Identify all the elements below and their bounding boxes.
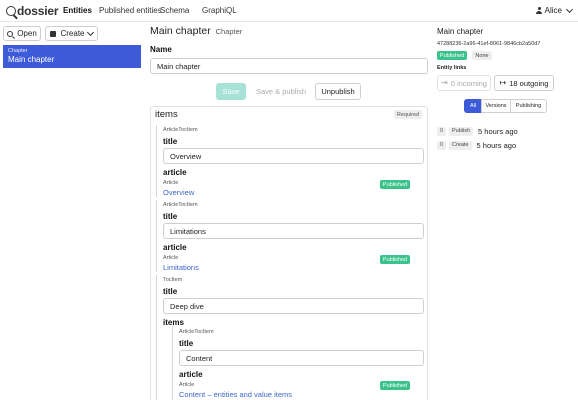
chevron-down-icon	[565, 5, 574, 13]
item-article-label: article	[163, 168, 187, 177]
unpublish-button[interactable]: Unpublish	[315, 83, 361, 100]
save-publish-button[interactable]: Save & publish	[250, 83, 312, 100]
item-title-label: title	[179, 339, 194, 348]
item-article-label: article	[179, 370, 203, 379]
entity-title: Main chapter	[150, 25, 211, 37]
top-navbar: dossier Entities Published entities Sche…	[0, 0, 578, 22]
tab-publishing[interactable]: Publishing	[510, 99, 547, 113]
item-type: TocItem	[163, 277, 183, 283]
item-indent-line	[156, 200, 157, 272]
chevron-down-icon	[86, 28, 94, 36]
open-button[interactable]: Open	[3, 26, 41, 41]
history-row: 0 Create 5 hours ago	[437, 140, 516, 150]
item-title-label: title	[163, 137, 178, 146]
event-time: 5 hours ago	[476, 140, 517, 150]
item-type: ArticleTocItem	[163, 127, 198, 133]
version-number: 0	[437, 140, 446, 150]
user-name: Alice	[544, 6, 562, 15]
item-items-label: items	[163, 318, 184, 327]
article-link[interactable]: Overview	[163, 188, 194, 197]
tab-all[interactable]: All	[464, 99, 482, 113]
item-title-input[interactable]: Content	[179, 350, 424, 366]
item-title-input[interactable]: Limitations	[163, 223, 424, 239]
required-badge: Required	[394, 110, 422, 119]
event-type: Create	[449, 140, 472, 150]
page-title: Main chapter Chapter	[150, 25, 242, 37]
item-title-label: title	[163, 212, 178, 221]
item-title-input[interactable]: Deep dive	[163, 298, 424, 314]
outgoing-arrow-icon: ↦	[499, 78, 507, 87]
entity-links-label: Entity links	[437, 65, 467, 71]
article-type: Article	[163, 255, 179, 261]
subitem-indent-line	[172, 327, 173, 400]
incoming-count: 0 incoming	[450, 78, 487, 88]
article-type: Article	[163, 180, 179, 186]
entity-id: 47288236-2a96-41ef-8061-9846cb2a50d7	[437, 41, 541, 47]
history-row: 0 Publish 5 hours ago	[437, 126, 518, 136]
items-label: items	[155, 109, 178, 120]
tab-versions[interactable]: Versions	[481, 99, 511, 113]
auth-badge: None	[472, 51, 492, 60]
item-type: ArticleTocItem	[163, 202, 198, 208]
info-title: Main chapter	[437, 27, 484, 36]
item-type: ArticleTocItem	[179, 329, 214, 335]
status-badge: Published	[380, 180, 410, 189]
nav-published-entities[interactable]: Published entities	[99, 6, 162, 15]
user-icon	[536, 7, 543, 14]
outgoing-links-button[interactable]: ↦ 18 outgoing	[494, 75, 554, 91]
item-title-label: title	[163, 287, 178, 296]
event-time: 5 hours ago	[478, 126, 518, 136]
item-indent-line	[156, 125, 157, 197]
item-article-label: article	[163, 243, 187, 252]
open-label: Open	[17, 29, 37, 38]
status-badge: Published	[380, 255, 410, 264]
outgoing-count: 18 outgoing	[509, 78, 549, 88]
status-badge: Published	[380, 381, 410, 390]
event-type: Publish	[449, 126, 474, 136]
version-number: 0	[437, 126, 446, 136]
nav-entities[interactable]: Entities	[63, 6, 92, 15]
save-button[interactable]: Save	[216, 83, 246, 100]
article-type: Article	[179, 382, 195, 388]
entity-type: Chapter	[8, 48, 28, 54]
create-button[interactable]: Create	[45, 26, 98, 41]
entity-name: Main chapter	[8, 55, 55, 64]
brand-name: dossier	[17, 4, 59, 18]
brand-logo[interactable]: dossier	[6, 4, 58, 18]
user-menu[interactable]: Alice	[536, 5, 574, 15]
name-input[interactable]: Main chapter	[150, 58, 428, 74]
nav-graphiql[interactable]: GraphiQL	[202, 6, 237, 15]
entity-list-item-selected[interactable]: Chapter Main chapter	[3, 45, 141, 68]
name-label: Name	[150, 45, 172, 54]
incoming-links-button[interactable]: ⇥ 0 incoming	[437, 75, 491, 91]
create-icon	[50, 30, 57, 37]
incoming-arrow-icon: ⇥	[441, 78, 448, 87]
magnifier-logo-icon	[6, 6, 16, 16]
article-link[interactable]: Content – entities and value items	[179, 390, 292, 399]
item-indent-line	[156, 275, 157, 400]
item-title-input[interactable]: Overview	[163, 148, 424, 164]
article-link[interactable]: Limitations	[163, 263, 199, 272]
nav-schema[interactable]: Schema	[160, 6, 189, 15]
status-badge: Published	[437, 51, 467, 60]
search-icon	[7, 30, 14, 37]
entity-type-subtitle: Chapter	[215, 27, 243, 36]
create-label: Create	[60, 29, 85, 38]
